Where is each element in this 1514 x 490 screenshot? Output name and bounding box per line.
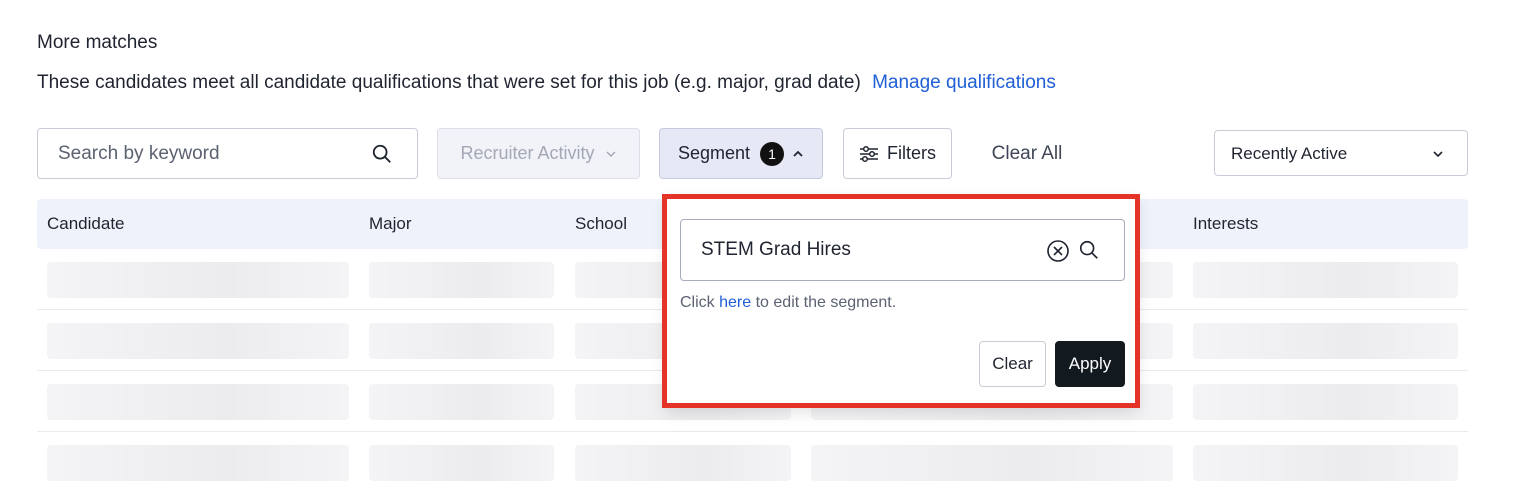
sliders-icon — [860, 145, 878, 162]
skeleton-cell — [47, 445, 349, 481]
segment-dropdown[interactable]: Segment 1 — [659, 128, 823, 179]
column-header-major[interactable]: Major — [369, 214, 412, 234]
skeleton-cell — [1193, 384, 1458, 420]
search-input[interactable] — [58, 141, 358, 167]
column-header-interests[interactable]: Interests — [1193, 214, 1258, 234]
filters-label: Filters — [887, 143, 936, 163]
skeleton-cell — [575, 445, 791, 481]
chevron-up-icon — [793, 150, 803, 157]
recruiter-activity-label: Recruiter Activity — [460, 143, 595, 163]
column-header-school[interactable]: School — [575, 214, 627, 234]
skeleton-cell — [1193, 445, 1458, 481]
skeleton-cell — [1193, 323, 1458, 359]
skeleton-cell — [47, 262, 349, 298]
section-title: More matches — [37, 32, 158, 53]
skeleton-cell — [369, 262, 554, 298]
skeleton-cell — [811, 445, 1173, 481]
recruiter-activity-dropdown[interactable]: Recruiter Activity — [437, 128, 640, 179]
filters-button[interactable]: Filters — [843, 128, 952, 179]
section-description-text: These candidates meet all candidate qual… — [37, 72, 861, 93]
skeleton-cell — [47, 323, 349, 359]
section-description: These candidates meet all candidate qual… — [37, 72, 1056, 94]
sort-select-value: Recently Active — [1231, 144, 1348, 163]
skeleton-cell — [369, 384, 554, 420]
skeleton-cell — [47, 384, 349, 420]
sort-select[interactable]: Recently Active — [1214, 130, 1468, 176]
highlight-frame — [662, 194, 1140, 408]
chevron-down-icon — [605, 150, 616, 157]
search-icon[interactable] — [371, 143, 393, 165]
skeleton-cell — [369, 323, 554, 359]
table-row — [37, 432, 1468, 490]
search-box[interactable] — [37, 128, 418, 179]
segment-label: Segment — [677, 143, 751, 163]
segment-count-badge: 1 — [760, 141, 785, 166]
skeleton-cell — [369, 445, 554, 481]
manage-qualifications-link[interactable]: Manage qualifications — [872, 72, 1056, 93]
chevron-down-icon — [1433, 151, 1443, 158]
clear-all-button[interactable]: Clear All — [972, 128, 1082, 179]
skeleton-cell — [1193, 262, 1458, 298]
column-header-candidate[interactable]: Candidate — [47, 214, 125, 234]
